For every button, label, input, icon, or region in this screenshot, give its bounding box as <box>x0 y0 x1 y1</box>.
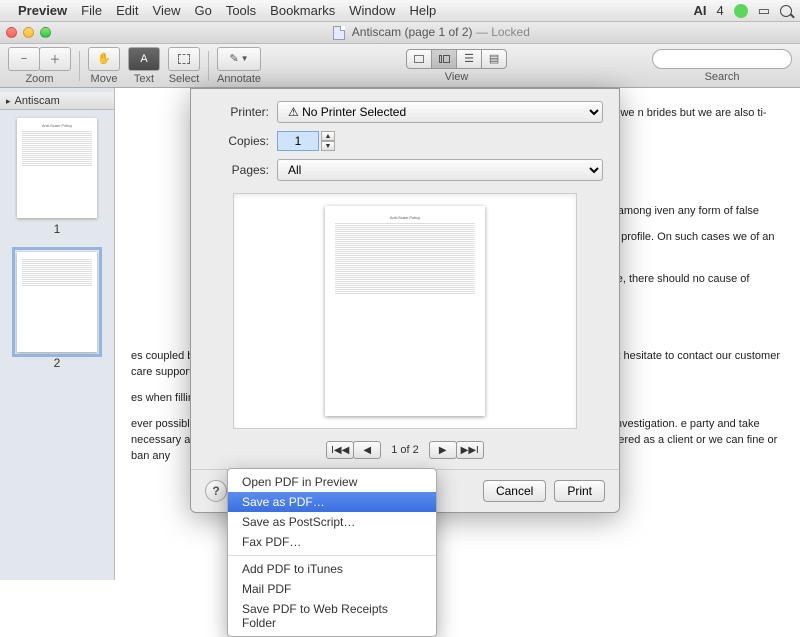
document-icon <box>333 26 345 40</box>
view-mode-contact-sheet[interactable]: ☰ <box>456 49 482 69</box>
next-page-button[interactable]: ▶ <box>429 441 457 459</box>
cancel-button[interactable]: Cancel <box>483 480 546 502</box>
menu-file[interactable]: File <box>81 3 102 18</box>
sidebar-title: Antiscam <box>15 95 60 107</box>
annotate-label: Annotate <box>217 73 261 85</box>
window-titlebar: Antiscam (page 1 of 2) — Locked <box>0 22 800 44</box>
view-mode-toc[interactable]: ▤ <box>481 49 507 69</box>
annotate-button[interactable]: ✎▼ <box>217 47 261 71</box>
close-window-button[interactable] <box>6 27 17 38</box>
copies-stepper[interactable]: ▲▼ <box>321 131 335 151</box>
menu-go[interactable]: Go <box>194 3 211 18</box>
view-mode-content-only[interactable] <box>406 49 432 69</box>
help-button[interactable]: ? <box>205 480 227 502</box>
select-tool-button[interactable] <box>168 47 200 71</box>
maximize-window-button[interactable] <box>40 27 51 38</box>
copies-input[interactable] <box>277 131 319 151</box>
app-menu[interactable]: Preview <box>18 3 67 18</box>
thumbnail-1[interactable]: Anti-Scam Policy 1 <box>0 110 114 244</box>
toolbar: − ＋ Zoom ✋ Move A Text Select ✎▼ Annotat… <box>0 44 800 88</box>
window-title-pages: (page 1 of 2) <box>404 25 472 39</box>
pdf-menu-open-in-preview[interactable]: Open PDF in Preview <box>228 472 436 492</box>
menu-edit[interactable]: Edit <box>116 3 138 18</box>
view-mode-thumbnails[interactable] <box>431 49 457 69</box>
text-tool-button[interactable]: A <box>128 47 160 71</box>
window-title-doc: Antiscam <box>352 25 401 39</box>
first-page-button[interactable]: I◀◀ <box>326 441 354 459</box>
text-label: Text <box>134 73 154 85</box>
menu-view[interactable]: View <box>153 3 181 18</box>
print-dialog: Printer: ⚠ No Printer Selected Copies: ▲… <box>190 88 620 513</box>
window-title-locked: — Locked <box>476 25 530 39</box>
menu-window[interactable]: Window <box>349 3 395 18</box>
search-input[interactable] <box>652 49 792 69</box>
view-mode-segmented[interactable]: ☰ ▤ <box>406 49 507 69</box>
menu-bookmarks[interactable]: Bookmarks <box>270 3 335 18</box>
display-icon[interactable]: ▭ <box>758 3 770 19</box>
zoom-in-button[interactable]: ＋ <box>39 47 71 71</box>
select-label: Select <box>169 73 200 85</box>
menubar: Preview File Edit View Go Tools Bookmark… <box>0 0 800 22</box>
last-page-button[interactable]: ▶▶I <box>456 441 484 459</box>
pdf-menu-add-to-itunes[interactable]: Add PDF to iTunes <box>228 559 436 579</box>
printer-label: Printer: <box>207 105 269 119</box>
pdf-menu-save-as-postscript[interactable]: Save as PostScript… <box>228 512 436 532</box>
minimize-window-button[interactable] <box>23 27 34 38</box>
move-label: Move <box>91 73 118 85</box>
pdf-menu-mail-pdf[interactable]: Mail PDF <box>228 579 436 599</box>
thumbnail-2-number: 2 <box>8 356 106 370</box>
printer-select[interactable]: ⚠ No Printer Selected <box>277 101 603 123</box>
menu-separator <box>228 555 436 556</box>
sidebar: ▸ Antiscam Anti-Scam Policy 1 2 <box>0 88 115 580</box>
view-label: View <box>445 71 469 83</box>
pdf-menu-fax-pdf[interactable]: Fax PDF… <box>228 532 436 552</box>
print-preview-page: Anti-Scam Policy <box>325 206 485 416</box>
print-button[interactable]: Print <box>554 480 605 502</box>
itunes-icon[interactable] <box>734 4 748 18</box>
thumbnail-2[interactable]: 2 <box>0 244 114 378</box>
notification-count[interactable]: 4 <box>716 3 723 18</box>
move-tool-button[interactable]: ✋ <box>88 47 120 71</box>
pages-select[interactable]: All <box>277 159 603 181</box>
spotlight-icon[interactable] <box>780 5 792 17</box>
menu-help[interactable]: Help <box>409 3 436 18</box>
print-preview-area: Anti-Scam Policy <box>233 193 577 429</box>
creative-cloud-icon[interactable]: AI <box>693 3 706 18</box>
pdf-menu-web-receipts[interactable]: Save PDF to Web Receipts Folder <box>228 599 436 633</box>
prev-page-button[interactable]: ◀ <box>353 441 381 459</box>
sidebar-header[interactable]: ▸ Antiscam <box>0 92 114 110</box>
pdf-menu-save-as-pdf[interactable]: Save as PDF… <box>228 492 436 512</box>
thumbnail-1-number: 1 <box>8 222 106 236</box>
pages-label: Pages: <box>207 163 269 177</box>
menu-tools[interactable]: Tools <box>226 3 256 18</box>
pdf-menu: Open PDF in Preview Save as PDF… Save as… <box>227 468 437 637</box>
page-indicator: 1 of 2 <box>391 444 419 456</box>
copies-label: Copies: <box>207 134 269 148</box>
zoom-label: Zoom <box>25 73 53 85</box>
search-label: Search <box>705 71 740 83</box>
zoom-out-button[interactable]: − <box>8 47 40 71</box>
